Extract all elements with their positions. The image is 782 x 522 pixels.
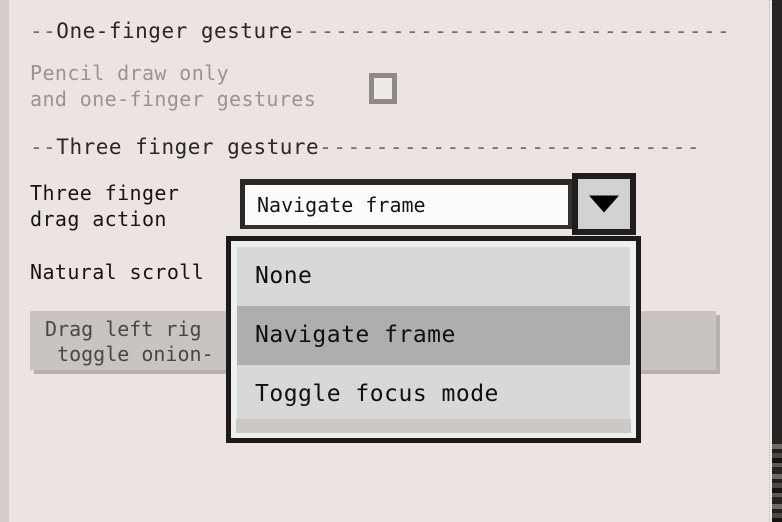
section-rule: --------------------------- — [319, 135, 702, 159]
chevron-down-icon — [589, 195, 619, 213]
section-lead-dashes: -- — [30, 135, 57, 159]
section-header-three-finger-gesture: --Three finger gesture------------------… — [30, 134, 701, 160]
pencil-draw-only-checkbox[interactable] — [369, 73, 397, 104]
pencil-draw-only-label: Pencil draw only and one-finger gestures — [30, 61, 317, 111]
combobox-dropdown-button[interactable] — [572, 173, 636, 235]
settings-panel-screen: --One-finger gesture--------------------… — [0, 0, 782, 522]
section-title: One-finger gesture — [56, 19, 293, 43]
three-finger-drag-action-dropdown-list[interactable]: None Navigate frame Toggle focus mode — [226, 236, 641, 443]
section-lead-dashes: -- — [30, 19, 57, 43]
dropdown-option-none[interactable]: None — [237, 247, 630, 306]
combobox-text-field[interactable]: Navigate frame — [240, 179, 572, 229]
window-border-right — [772, 0, 782, 522]
three-finger-drag-action-combobox[interactable]: Navigate frame — [240, 173, 636, 235]
dropdown-footer-strip — [236, 419, 631, 433]
natural-scroll-label: Natural scroll — [30, 260, 205, 284]
dropdown-option-navigate-frame[interactable]: Navigate frame — [237, 306, 630, 365]
dropdown-option-toggle-focus-mode[interactable]: Toggle focus mode — [237, 365, 630, 424]
section-title: Three finger gesture — [56, 135, 320, 159]
dropdown-options-container: None Navigate frame Toggle focus mode — [237, 247, 630, 424]
left-gutter — [0, 0, 9, 522]
section-header-one-finger-gesture: --One-finger gesture--------------------… — [30, 18, 731, 44]
resize-grip-texture[interactable] — [772, 444, 782, 522]
three-finger-drag-action-label: Three finger drag action — [30, 181, 180, 231]
settings-content-panel: --One-finger gesture--------------------… — [9, 0, 769, 522]
combobox-selected-value: Navigate frame — [257, 193, 426, 217]
section-rule: ------------------------------- — [292, 19, 732, 43]
